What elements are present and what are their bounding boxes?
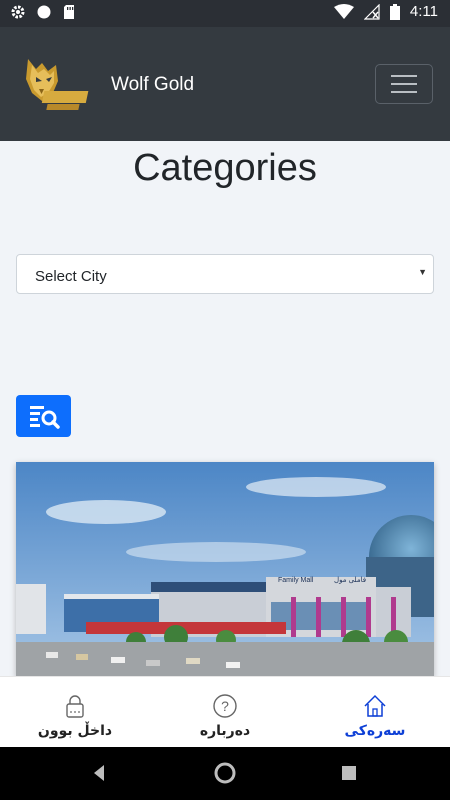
mall-sign-ar: فاملی مول (334, 576, 366, 584)
hamburger-icon (391, 75, 417, 93)
search-button[interactable] (16, 395, 71, 437)
nav-item-home[interactable]: سەرەکی (300, 677, 450, 748)
home-circle-icon[interactable] (213, 761, 237, 785)
home-icon (364, 694, 386, 717)
search-list-icon (30, 406, 60, 429)
chevron-down-icon: ▼ (418, 267, 427, 277)
mall-image[interactable]: Family Mall فاملی مول (16, 462, 434, 677)
wolf-gold-logo[interactable] (22, 55, 100, 111)
nav-label-about: دەربارە (199, 723, 251, 739)
category-card[interactable]: Family Mall فاملی مول (16, 462, 434, 677)
nav-label-home: سەرەکی (344, 723, 406, 739)
nav-item-login[interactable]: داخڵ بوون (0, 677, 150, 748)
circle-icon (37, 5, 51, 19)
nav-item-about[interactable]: ? دەربارە (150, 677, 300, 748)
mall-sign: Family Mall (278, 577, 314, 584)
recents-icon[interactable] (341, 765, 357, 781)
city-select-value: Select City (35, 268, 107, 285)
app-bar: Wolf Gold (0, 27, 450, 141)
gear-icon (11, 5, 25, 19)
lock-icon (66, 695, 84, 718)
city-select[interactable]: Select City ▼ (16, 254, 434, 294)
status-bar: 4:11 (0, 0, 450, 27)
page-title: Categories (133, 147, 317, 189)
system-nav-bar (0, 747, 450, 800)
app-title: Wolf Gold (111, 74, 195, 95)
nav-label-login: داخڵ بوون (37, 723, 113, 739)
battery-icon (389, 3, 400, 20)
no-signal-icon (363, 3, 380, 20)
bottom-nav: داخڵ بوون ? دەربارە سەرەکی (0, 676, 450, 747)
back-icon[interactable] (90, 763, 110, 783)
svg-text:?: ? (221, 698, 229, 714)
menu-button[interactable] (375, 64, 433, 104)
status-time: 4:11 (409, 3, 438, 20)
sd-card-icon (64, 5, 74, 19)
help-icon: ? (213, 694, 237, 718)
wifi-icon (333, 3, 354, 19)
